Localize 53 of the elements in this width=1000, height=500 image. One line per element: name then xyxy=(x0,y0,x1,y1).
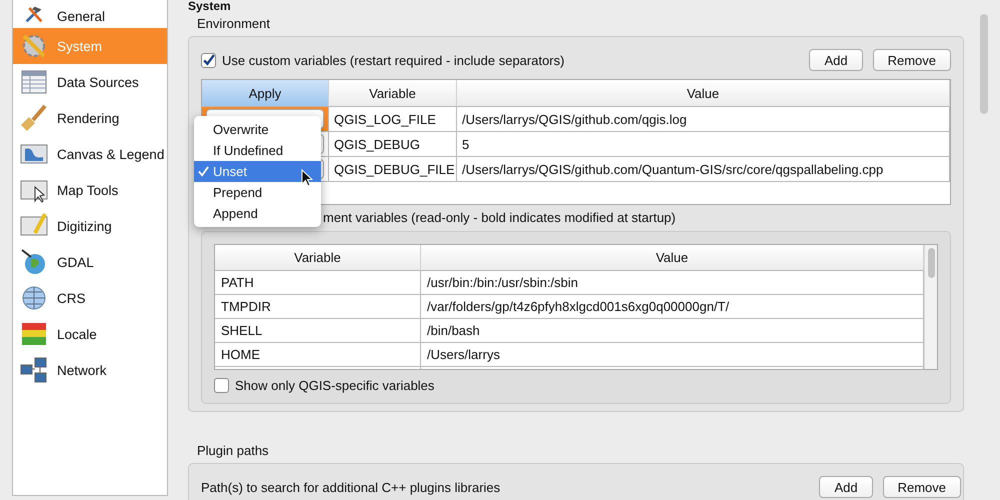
menu-item[interactable]: Overwrite xyxy=(194,119,321,140)
table-cell: /usr/bin:/bin:/usr/sbin:/sbin xyxy=(421,271,924,295)
push-button[interactable]: Add xyxy=(819,476,873,498)
push-button[interactable]: Add xyxy=(809,49,863,71)
sidebar-item[interactable]: Locale xyxy=(13,316,167,352)
scrollbar-thumb[interactable] xyxy=(980,14,988,114)
table-cell: /Users/larrys/QGIS/github.com/Quantum-GIS/src/core/qgspallabeling.cpp xyxy=(457,157,950,182)
checkbox-label: Use custom variables (restart required - include separators) xyxy=(222,52,564,68)
table-cell: QGIS_DEBUG_FILE xyxy=(329,157,457,182)
table-cell: HOME xyxy=(215,343,421,367)
table-cell: QGIS_DEBUG xyxy=(329,132,457,157)
menu-item[interactable]: If Undefined xyxy=(194,140,321,161)
sidebar-item[interactable]: General xyxy=(13,0,167,28)
table-cell: /bin/bash xyxy=(421,319,924,343)
table-cell: /var/folders/gp/t4z6pfyh8xlgcd001s6xg0q00000gn/T/ xyxy=(421,295,924,319)
sidebar-item[interactable]: Canvas & Legend xyxy=(13,136,167,172)
check-icon xyxy=(198,166,209,177)
sidebar-item[interactable]: CRS xyxy=(13,280,167,316)
section-label: Plugin paths xyxy=(196,442,270,460)
sidebar-item[interactable]: Network xyxy=(13,352,167,388)
push-button[interactable]: Remove xyxy=(872,49,951,71)
table-cell: QGIS_LOG_FILE xyxy=(329,107,457,132)
table-cell: /Users/larrys/QGIS/github.com/qgis.log xyxy=(457,107,950,132)
menu-item[interactable]: Prepend xyxy=(194,182,321,203)
sidebar-item[interactable]: Map Tools xyxy=(13,172,167,208)
table-cell: /Users/larrys xyxy=(421,343,924,367)
description-text: Path(s) to search for additional C++ plugins libraries xyxy=(201,480,500,494)
push-button[interactable]: Remove xyxy=(882,476,961,498)
sidebar-item[interactable]: GDAL xyxy=(13,244,167,280)
checkbox[interactable] xyxy=(214,378,229,393)
column-header[interactable]: Variable xyxy=(329,80,457,107)
column-header[interactable]: Apply xyxy=(202,80,329,107)
cursor-icon xyxy=(301,169,313,187)
scrollbar-thumb[interactable] xyxy=(928,248,934,278)
computers-icon xyxy=(19,355,49,385)
column-header[interactable]: Value xyxy=(421,245,924,271)
table-cell: TMPDIR xyxy=(215,295,421,319)
brush-icon xyxy=(19,103,49,133)
menu-item[interactable]: Unset xyxy=(194,161,321,182)
column-header[interactable]: Variable xyxy=(215,245,421,271)
sidebar-item[interactable]: Digitizing xyxy=(13,208,167,244)
checkbox[interactable] xyxy=(201,52,216,68)
menu-item[interactable]: Append xyxy=(194,203,321,224)
checkbox-label: Show only QGIS-specific variables xyxy=(235,378,434,393)
table-cell: PATH xyxy=(215,271,421,295)
sidebar-item[interactable]: Data Sources xyxy=(13,64,167,100)
section-label: Environment xyxy=(196,15,271,33)
table-cell: SHELL xyxy=(215,319,421,343)
table-cell: 5 xyxy=(457,132,950,157)
page-title: System xyxy=(188,0,232,13)
column-header[interactable]: Value xyxy=(457,80,950,107)
section-label: ment variables (read-only - bold indicates modified at startup) xyxy=(323,210,676,225)
sidebar-item[interactable]: Rendering xyxy=(13,100,167,136)
